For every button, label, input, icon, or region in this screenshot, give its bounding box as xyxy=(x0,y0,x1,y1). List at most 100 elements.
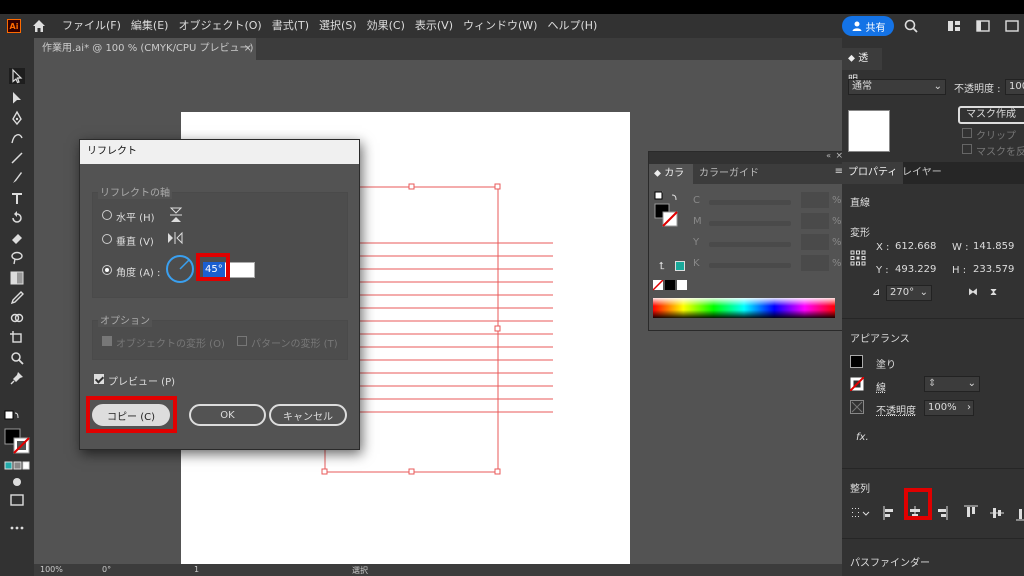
pin-tool-icon[interactable] xyxy=(9,370,25,386)
home-icon[interactable] xyxy=(31,18,47,34)
flip-vertical-icon[interactable]: ⧗ xyxy=(990,287,997,298)
invert-mask-label[interactable]: マスクを反 xyxy=(976,143,1024,158)
h-input[interactable]: 233.579 xyxy=(970,263,1022,279)
tab-layers[interactable]: レイヤー xyxy=(896,162,948,184)
rotate-tool-icon[interactable] xyxy=(9,210,25,226)
angle-dial-icon[interactable] xyxy=(165,254,195,284)
artboard-tool-icon[interactable] xyxy=(9,330,25,346)
appearance-opacity-input[interactable]: 100% › xyxy=(924,400,974,416)
color-swatch-icon[interactable] xyxy=(653,190,683,230)
draw-mode-icon[interactable] xyxy=(9,474,25,490)
workspace-icon[interactable] xyxy=(975,18,991,34)
eraser-tool-icon[interactable] xyxy=(9,230,25,246)
appearance-opacity-label[interactable]: 不透明度 xyxy=(876,402,916,417)
horizontal-radio[interactable] xyxy=(102,210,112,220)
shape-builder-tool-icon[interactable] xyxy=(9,310,25,326)
stroke-weight-input[interactable]: ⇕ ⌄ xyxy=(924,376,980,392)
tab-color[interactable]: ⬥ カラー xyxy=(649,164,693,199)
menu-object[interactable]: オブジェクト(O) xyxy=(173,14,266,38)
artboard-number[interactable]: 1 xyxy=(194,565,199,574)
selection-tool-icon[interactable] xyxy=(9,68,25,84)
reference-point-icon[interactable] xyxy=(850,250,866,266)
opacity-input[interactable]: 100 xyxy=(1005,79,1024,95)
flip-horizontal-icon[interactable]: ⧓ xyxy=(968,287,978,298)
search-icon[interactable] xyxy=(903,18,919,34)
vertical-label[interactable]: 垂直 (V) xyxy=(116,233,154,248)
value-m[interactable] xyxy=(801,213,829,229)
out-of-gamut-icon[interactable]: ⮤ xyxy=(659,261,665,272)
horizontal-label[interactable]: 水平 (H) xyxy=(116,209,155,224)
rotation-value[interactable]: 0° xyxy=(102,565,111,574)
color-spectrum[interactable] xyxy=(653,298,835,318)
fill-swatch[interactable] xyxy=(850,355,863,368)
w-input[interactable]: 141.859 xyxy=(970,240,1022,256)
menu-edit[interactable]: 編集(E) xyxy=(126,14,174,38)
document-tab[interactable]: 作業用.ai* @ 100 % (CMYK/CPU プレビュー) × xyxy=(34,38,256,60)
slider-k[interactable] xyxy=(709,263,791,268)
menu-select[interactable]: 選択(S) xyxy=(314,14,362,38)
pen-tool-icon[interactable] xyxy=(9,110,25,126)
stroke-swatch[interactable] xyxy=(850,377,864,391)
line-tool-icon[interactable] xyxy=(9,150,25,166)
ok-button[interactable]: OK xyxy=(189,404,266,426)
transform-objects-label[interactable]: オブジェクトの変形 (O) xyxy=(116,335,225,350)
cancel-button[interactable]: キャンセル xyxy=(269,404,347,426)
x-input[interactable]: 612.668 xyxy=(892,240,940,256)
curvature-tool-icon[interactable] xyxy=(9,130,25,146)
slider-c[interactable] xyxy=(709,200,791,205)
transform-patterns-checkbox[interactable] xyxy=(237,336,247,346)
transform-objects-checkbox[interactable] xyxy=(102,336,112,346)
preview-label[interactable]: プレビュー (P) xyxy=(108,373,175,388)
eyedropper-tool-icon[interactable] xyxy=(9,290,25,306)
share-button[interactable]: 共有 xyxy=(842,16,894,36)
paintbrush-tool-icon[interactable] xyxy=(9,170,25,186)
current-tool[interactable]: 選択 xyxy=(352,565,368,576)
menu-file[interactable]: ファイル(F) xyxy=(57,14,126,38)
color-mode-icon[interactable] xyxy=(4,458,30,474)
menu-help[interactable]: ヘルプ(H) xyxy=(542,14,602,38)
clip-checkbox[interactable] xyxy=(962,128,972,138)
default-colors-icon[interactable] xyxy=(4,410,20,426)
value-y[interactable] xyxy=(801,234,829,250)
value-k[interactable] xyxy=(801,255,829,271)
blend-mode-select[interactable]: 通常 ⌄ xyxy=(848,79,946,95)
menu-view[interactable]: 表示(V) xyxy=(410,14,458,38)
collapse-icon[interactable]: « xyxy=(826,151,831,160)
menu-effect[interactable]: 効果(C) xyxy=(362,14,410,38)
transform-patterns-label[interactable]: パターンの変形 (T) xyxy=(251,335,338,350)
stroke-label[interactable]: 線 xyxy=(876,379,886,394)
menu-type[interactable]: 書式(T) xyxy=(267,14,314,38)
fill-stroke-swatch-icon[interactable] xyxy=(4,428,30,454)
angle-label[interactable]: 角度 (A) : xyxy=(116,264,160,279)
more-tools-icon[interactable] xyxy=(9,520,25,536)
slider-m[interactable] xyxy=(709,221,791,226)
align-buttons[interactable] xyxy=(850,504,1024,522)
none-black-white-swatches[interactable] xyxy=(653,280,687,292)
zoom-level[interactable]: 100% xyxy=(40,565,63,574)
tab-transparency[interactable]: ⬥ 透明 xyxy=(842,48,882,86)
tab-properties[interactable]: プロパティ xyxy=(842,162,904,184)
document-tab-close[interactable]: × xyxy=(244,38,252,60)
slider-y[interactable] xyxy=(709,242,791,247)
screen-mode-icon[interactable] xyxy=(9,492,25,508)
invert-mask-checkbox[interactable] xyxy=(962,144,972,154)
tab-color-guide[interactable]: カラーガイド xyxy=(699,164,759,184)
direct-selection-tool-icon[interactable] xyxy=(9,90,25,106)
zoom-tool-icon[interactable] xyxy=(9,350,25,366)
make-mask-button[interactable]: マスク作成 xyxy=(958,106,1024,124)
value-c[interactable] xyxy=(801,192,829,208)
arrange-documents-icon[interactable] xyxy=(946,18,962,34)
gradient-tool-icon[interactable] xyxy=(9,270,25,286)
clip-label[interactable]: クリップ xyxy=(976,127,1016,142)
lasso-tool-icon[interactable] xyxy=(9,250,25,266)
vertical-radio[interactable] xyxy=(102,234,112,244)
gamut-swatch[interactable] xyxy=(675,261,685,271)
rotate-select[interactable]: 270° ⌄ xyxy=(886,285,932,301)
more-icon[interactable] xyxy=(1004,18,1020,34)
type-tool-icon[interactable] xyxy=(9,190,25,206)
fx-button[interactable]: fx. xyxy=(856,432,869,443)
preview-checkbox[interactable] xyxy=(94,374,104,384)
menu-window[interactable]: ウィンドウ(W) xyxy=(458,14,542,38)
angle-radio[interactable] xyxy=(102,265,112,275)
y-input[interactable]: 493.229 xyxy=(892,263,940,279)
